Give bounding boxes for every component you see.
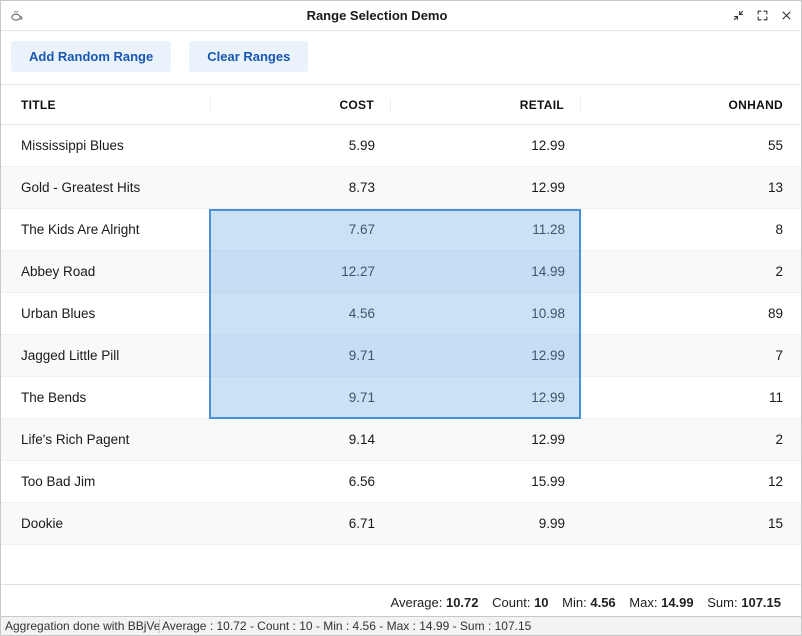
- cell-cost[interactable]: 9.71: [211, 390, 391, 405]
- sum-value: 107.15: [741, 595, 781, 610]
- status-bar: Aggregation done with BBjVectors Average…: [1, 616, 801, 635]
- cell-onhand[interactable]: 11: [581, 390, 789, 405]
- cell-cost[interactable]: 6.56: [211, 474, 391, 489]
- cell-title[interactable]: Gold - Greatest Hits: [21, 180, 211, 195]
- avg-value: 10.72: [446, 595, 479, 610]
- minimize-restore-icon[interactable]: [729, 7, 747, 25]
- cell-retail[interactable]: 9.99: [391, 516, 581, 531]
- cell-title[interactable]: Jagged Little Pill: [21, 348, 211, 363]
- table-row[interactable]: Life's Rich Pagent9.1412.992: [1, 419, 801, 461]
- cell-title[interactable]: Too Bad Jim: [21, 474, 211, 489]
- cell-retail[interactable]: 12.99: [391, 390, 581, 405]
- cell-retail[interactable]: 12.99: [391, 138, 581, 153]
- window-controls: [729, 7, 795, 25]
- cell-title[interactable]: The Bends: [21, 390, 211, 405]
- cell-cost[interactable]: 12.27: [211, 264, 391, 279]
- cell-title[interactable]: Abbey Road: [21, 264, 211, 279]
- toolbar: Add Random Range Clear Ranges: [1, 31, 801, 84]
- min-label: Min:: [562, 595, 587, 610]
- table-row[interactable]: The Bends9.7112.9911: [1, 377, 801, 419]
- cell-retail[interactable]: 14.99: [391, 264, 581, 279]
- cell-onhand[interactable]: 13: [581, 180, 789, 195]
- cell-retail[interactable]: 15.99: [391, 474, 581, 489]
- min-value: 4.56: [590, 595, 615, 610]
- cell-retail[interactable]: 12.99: [391, 180, 581, 195]
- max-label: Max:: [629, 595, 657, 610]
- table-row[interactable]: The Kids Are Alright7.6711.288: [1, 209, 801, 251]
- app-window: Range Selection Demo Add Random Range Cl…: [0, 0, 802, 636]
- avg-label: Average:: [391, 595, 443, 610]
- cell-cost[interactable]: 9.14: [211, 432, 391, 447]
- grid-header-row: TITLE COST RETAIL ONHAND: [1, 85, 801, 125]
- clear-ranges-button[interactable]: Clear Ranges: [189, 41, 308, 72]
- grid-body[interactable]: Mississippi Blues5.9912.9955Gold - Great…: [1, 125, 801, 584]
- max-value: 14.99: [661, 595, 694, 610]
- cell-retail[interactable]: 11.28: [391, 222, 581, 237]
- cell-title[interactable]: Life's Rich Pagent: [21, 432, 211, 447]
- table-row[interactable]: Mississippi Blues5.9912.9955: [1, 125, 801, 167]
- cell-onhand[interactable]: 15: [581, 516, 789, 531]
- cell-cost[interactable]: 7.67: [211, 222, 391, 237]
- sum-label: Sum:: [707, 595, 737, 610]
- cell-onhand[interactable]: 55: [581, 138, 789, 153]
- cell-title[interactable]: Dookie: [21, 516, 211, 531]
- col-header-onhand[interactable]: ONHAND: [581, 98, 789, 112]
- status-left: Aggregation done with BBjVectors: [5, 619, 160, 633]
- data-grid[interactable]: TITLE COST RETAIL ONHAND Mississippi Blu…: [1, 84, 801, 584]
- cell-cost[interactable]: 4.56: [211, 306, 391, 321]
- cell-cost[interactable]: 8.73: [211, 180, 391, 195]
- cell-retail[interactable]: 12.99: [391, 348, 581, 363]
- cell-onhand[interactable]: 2: [581, 264, 789, 279]
- app-icon: [7, 7, 25, 25]
- add-random-range-button[interactable]: Add Random Range: [11, 41, 171, 72]
- cell-cost[interactable]: 9.71: [211, 348, 391, 363]
- col-header-retail[interactable]: RETAIL: [391, 98, 581, 112]
- cell-retail[interactable]: 10.98: [391, 306, 581, 321]
- col-header-title[interactable]: TITLE: [21, 98, 211, 112]
- count-value: 10: [534, 595, 548, 610]
- cell-title[interactable]: The Kids Are Alright: [21, 222, 211, 237]
- table-row[interactable]: Too Bad Jim6.5615.9912: [1, 461, 801, 503]
- table-row[interactable]: Abbey Road12.2714.992: [1, 251, 801, 293]
- cell-cost[interactable]: 6.71: [211, 516, 391, 531]
- table-row[interactable]: Jagged Little Pill9.7112.997: [1, 335, 801, 377]
- cell-onhand[interactable]: 7: [581, 348, 789, 363]
- cell-retail[interactable]: 12.99: [391, 432, 581, 447]
- cell-onhand[interactable]: 2: [581, 432, 789, 447]
- maximize-icon[interactable]: [753, 7, 771, 25]
- col-header-cost[interactable]: COST: [211, 98, 391, 112]
- cell-cost[interactable]: 5.99: [211, 138, 391, 153]
- cell-onhand[interactable]: 8: [581, 222, 789, 237]
- status-right: Average : 10.72 - Count : 10 - Min : 4.5…: [162, 619, 797, 633]
- cell-title[interactable]: Mississippi Blues: [21, 138, 211, 153]
- table-row[interactable]: Urban Blues4.5610.9889: [1, 293, 801, 335]
- table-row[interactable]: Dookie6.719.9915: [1, 503, 801, 545]
- cell-onhand[interactable]: 12: [581, 474, 789, 489]
- aggregation-bar: Average: 10.72 Count: 10 Min: 4.56 Max: …: [1, 584, 801, 616]
- count-label: Count:: [492, 595, 530, 610]
- titlebar: Range Selection Demo: [1, 1, 801, 31]
- close-icon[interactable]: [777, 7, 795, 25]
- table-row[interactable]: Gold - Greatest Hits8.7312.9913: [1, 167, 801, 209]
- cell-title[interactable]: Urban Blues: [21, 306, 211, 321]
- cell-onhand[interactable]: 89: [581, 306, 789, 321]
- window-title: Range Selection Demo: [25, 8, 729, 23]
